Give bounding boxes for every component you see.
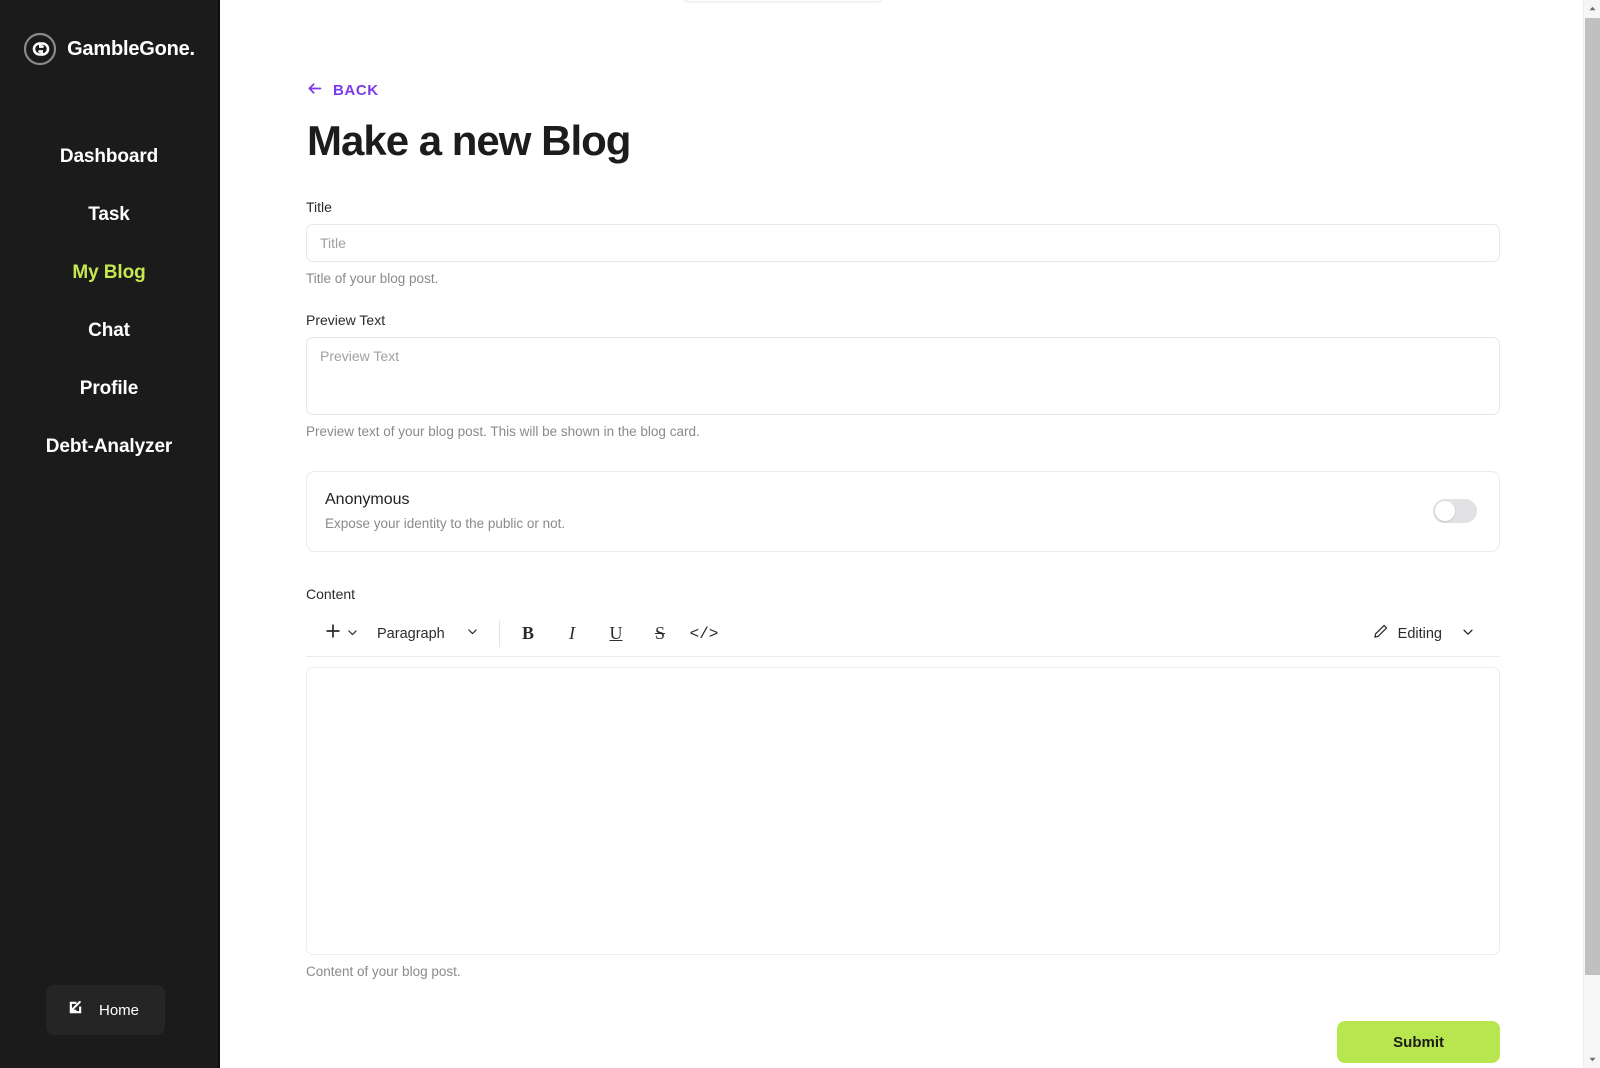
back-link-label: BACK: [333, 82, 379, 99]
sidebar-item-task[interactable]: Task: [0, 186, 218, 244]
home-button[interactable]: Home: [46, 985, 166, 1035]
content-field-group: Content Paragraph B I U S </> Editing Co…: [306, 586, 1500, 979]
insert-block-button[interactable]: [318, 618, 363, 650]
preview-text-field-group: Preview Text Preview text of your blog p…: [306, 312, 1500, 439]
chevron-down-icon: [1461, 624, 1475, 644]
code-button[interactable]: </>: [688, 618, 720, 650]
toolbar-divider: [499, 620, 500, 647]
italic-button[interactable]: I: [556, 618, 588, 650]
sidebar-item-debt-analyzer[interactable]: Debt-Analyzer: [0, 418, 218, 476]
chevron-down-icon: [346, 624, 359, 644]
submit-row: Submit: [306, 1021, 1500, 1063]
title-field-label: Title: [306, 199, 332, 215]
back-link[interactable]: BACK: [306, 80, 379, 101]
block-type-select[interactable]: Paragraph: [367, 618, 485, 650]
brand-name: GambleGone.: [67, 37, 195, 60]
page-title: Make a new Blog: [307, 117, 631, 164]
editor-toolbar-left: Paragraph B I U S </>: [318, 618, 720, 650]
preview-text-field-help: Preview text of your blog post. This wil…: [306, 424, 700, 439]
plus-icon: [324, 622, 342, 645]
anonymous-toggle[interactable]: [1433, 499, 1477, 523]
sidebar-nav: Dashboard Task My Blog Chat Profile Debt…: [0, 128, 218, 476]
content-field-label: Content: [306, 586, 356, 602]
title-field-help: Title of your blog post.: [306, 271, 439, 286]
anonymous-card-description: Expose your identity to the public or no…: [325, 516, 566, 531]
home-button-wrap: Home: [46, 985, 166, 1035]
page-scrollbar[interactable]: [1583, 0, 1600, 1068]
editor-toolbar: Paragraph B I U S </> Editing: [306, 611, 1500, 657]
content-field-help: Content of your blog post.: [306, 964, 461, 979]
title-field-group: Title Title of your blog post.: [306, 199, 1500, 286]
page-content: BACK Make a new Blog Title Title of your…: [220, 0, 1600, 1063]
editor-toolbar-right: Editing: [1368, 618, 1492, 650]
chevron-down-icon: [466, 625, 479, 642]
content-editor-body[interactable]: [306, 667, 1500, 955]
sidebar-item-my-blog[interactable]: My Blog: [0, 244, 218, 302]
editor-mode-chevron[interactable]: [1452, 618, 1484, 650]
anonymous-card-title: Anonymous: [325, 491, 410, 508]
scroll-up-arrow-icon[interactable]: [1584, 0, 1600, 17]
home-button-label: Home: [99, 1001, 140, 1019]
anonymous-toggle-knob: [1435, 501, 1455, 521]
sidebar-item-dashboard[interactable]: Dashboard: [0, 128, 218, 186]
sidebar-item-profile[interactable]: Profile: [0, 360, 218, 418]
strikethrough-button[interactable]: S: [644, 618, 676, 650]
pencil-icon: [1372, 623, 1389, 644]
external-link-arrow-icon: [66, 998, 85, 1022]
underline-button[interactable]: U: [600, 618, 632, 650]
bold-button[interactable]: B: [512, 618, 544, 650]
editor-mode-button[interactable]: Editing: [1368, 623, 1446, 644]
preview-text-field-label: Preview Text: [306, 312, 386, 328]
anonymous-card-text: Anonymous Expose your identity to the pu…: [325, 491, 565, 531]
scrollbar-thumb[interactable]: [1585, 18, 1600, 975]
sidebar-item-chat[interactable]: Chat: [0, 302, 218, 360]
submit-button[interactable]: Submit: [1337, 1021, 1500, 1063]
title-input[interactable]: [306, 224, 1500, 262]
scroll-down-arrow-icon[interactable]: [1584, 1051, 1600, 1068]
main-area: BACK Make a new Blog Title Title of your…: [220, 0, 1600, 1068]
arrow-left-icon: [306, 80, 323, 101]
editor-mode-label: Editing: [1397, 625, 1442, 642]
gamblegone-chain-logo-icon: [23, 32, 57, 66]
scrolled-card-edge: [683, 0, 883, 2]
app-root: GambleGone. Dashboard Task My Blog Chat …: [0, 0, 1600, 1068]
preview-text-textarea[interactable]: [306, 337, 1500, 415]
block-type-value: Paragraph: [377, 625, 445, 642]
anonymous-card: Anonymous Expose your identity to the pu…: [306, 471, 1500, 552]
brand[interactable]: GambleGone.: [23, 32, 195, 66]
sidebar: GambleGone. Dashboard Task My Blog Chat …: [0, 0, 220, 1068]
